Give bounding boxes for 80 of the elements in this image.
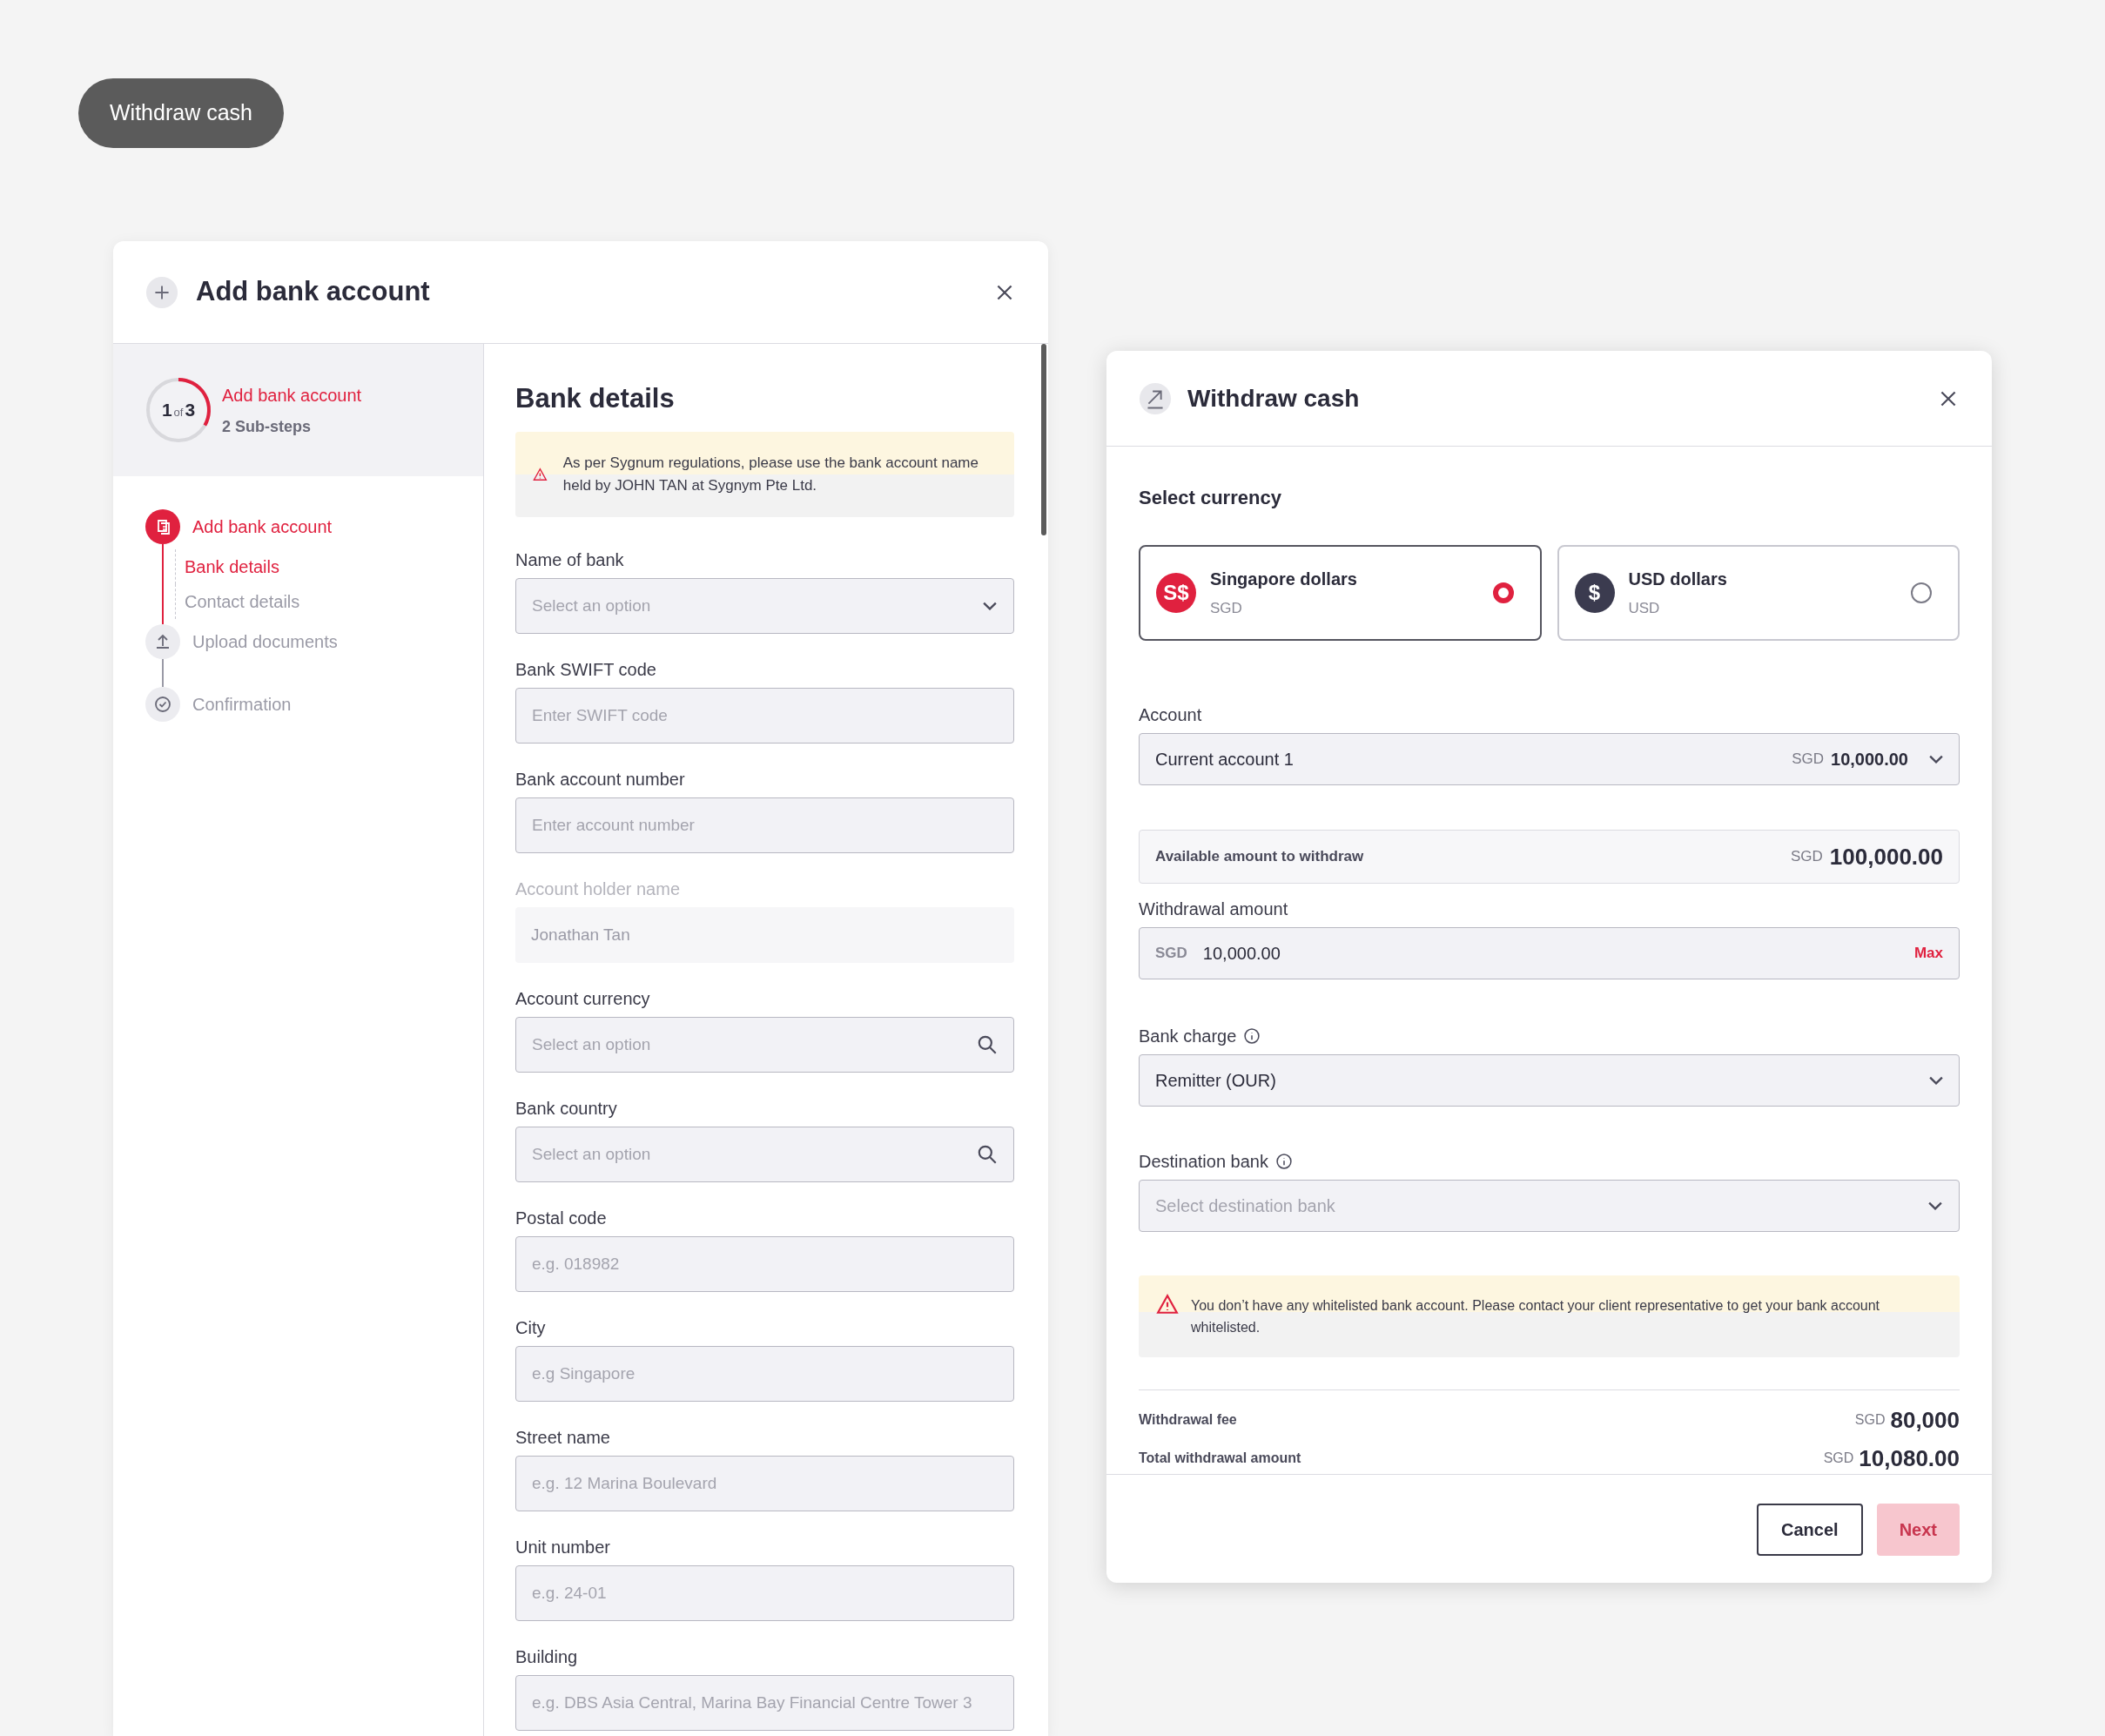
field-label: Street name xyxy=(515,1426,611,1449)
currency-code: SGD xyxy=(1792,750,1824,770)
field-label: Account xyxy=(1139,704,1203,726)
progress-subtitle: 2 Sub-steps xyxy=(222,416,313,437)
cancel-button[interactable]: Cancel xyxy=(1757,1503,1863,1556)
info-icon[interactable] xyxy=(1275,1153,1293,1170)
field-label: Bank country xyxy=(515,1097,618,1120)
scrollbar-thumb[interactable] xyxy=(1041,344,1046,535)
account-balance: 10,000.00 xyxy=(1831,749,1908,770)
section-title: Bank details xyxy=(515,382,676,415)
field-label: Name of bank xyxy=(515,548,625,571)
field-label: Withdrawal amount xyxy=(1139,898,1289,920)
input-field[interactable]: Enter SWIFT code xyxy=(515,687,1014,744)
info-icon[interactable] xyxy=(1243,1027,1261,1045)
sub-step-label[interactable]: Bank details xyxy=(185,554,279,580)
amount-input[interactable]: 10,000.00 xyxy=(1202,940,1899,966)
radio-button[interactable] xyxy=(1492,582,1514,603)
summary-label: Total withdrawal amount xyxy=(1139,1450,1302,1467)
modal-title: Withdraw cash xyxy=(1187,383,1360,414)
alert-text: You don’t have any whitelisted bank account. Please contact your client representative to get your bank account whitelisted. xyxy=(1191,1297,1880,1336)
chevron-down-icon xyxy=(1929,1076,1943,1085)
select-field[interactable]: Current account 1 SGD 10,000.00 xyxy=(1139,733,1960,785)
currency-code: SGD xyxy=(1210,599,1243,619)
select-field[interactable]: Remitter (OUR) xyxy=(1139,1054,1960,1107)
account-name: Current account 1 xyxy=(1155,749,1295,770)
field-label: Bank charge xyxy=(1139,1026,1237,1047)
step-of-label: of xyxy=(173,405,184,421)
field-label: Destination bank xyxy=(1139,1151,1268,1173)
alert-text: As per Sygnum regulations, please use the bank account name held by JOHN TAN at Sygnym Pte Ltd. xyxy=(562,453,979,495)
input-field[interactable]: e.g. 018982 xyxy=(515,1235,1014,1292)
chevron-down-icon xyxy=(983,601,997,610)
field-label: Bank account number xyxy=(515,768,686,791)
currency-name: USD dollars xyxy=(1628,569,1728,591)
max-button[interactable]: Max xyxy=(1913,942,1943,965)
chevron-down-icon xyxy=(1928,1201,1942,1210)
input-field[interactable]: e.g. 12 Marina Boulevard xyxy=(515,1455,1014,1511)
field-label: Account holder name xyxy=(515,878,681,900)
arrow-up-right-icon xyxy=(1139,381,1172,415)
select-field[interactable]: Select destination bank xyxy=(1139,1180,1960,1232)
available-amount: 100,000.00 xyxy=(1829,842,1943,871)
summary-label: Withdrawal fee xyxy=(1139,1411,1238,1429)
currency-symbol: S$ xyxy=(1156,573,1196,613)
currency-code: SGD xyxy=(1155,944,1187,964)
input-field[interactable]: e.g. DBS Asia Central, Marina Bay Financial Centre Tower 3 xyxy=(515,1674,1014,1731)
radio-button[interactable] xyxy=(1911,582,1932,603)
input-field[interactable]: e.g. 24-01 xyxy=(515,1564,1014,1621)
summary-amount: 80,000 xyxy=(1890,1405,1960,1435)
plus-icon xyxy=(145,275,178,309)
select-field[interactable]: Select an option xyxy=(515,577,1014,634)
summary-amount: 10,080.00 xyxy=(1859,1443,1960,1473)
input-field[interactable]: Enter account number xyxy=(515,797,1014,853)
search-field[interactable]: Select an option xyxy=(515,1016,1014,1073)
field-label: Postal code xyxy=(515,1207,608,1229)
amount-field[interactable]: SGD 10,000.00 Max xyxy=(1139,927,1960,979)
field-label: City xyxy=(515,1316,547,1339)
input-field[interactable]: e.g Singapore xyxy=(515,1345,1014,1402)
search-field[interactable]: Select an option xyxy=(515,1126,1014,1182)
modal-title: Add bank account xyxy=(196,275,430,309)
currency-code: SGD xyxy=(1823,1450,1854,1467)
progress-title: Add bank account xyxy=(222,384,362,407)
available-label: Available amount to withdraw xyxy=(1155,847,1365,867)
step-label[interactable]: Add bank account xyxy=(192,514,333,540)
field-label: Bank SWIFT code xyxy=(515,658,657,681)
currency-option[interactable]: $ USD dollars USD xyxy=(1557,545,1960,641)
currency-symbol: $ xyxy=(1574,573,1615,613)
field-label: Unit number xyxy=(515,1536,611,1558)
currency-option[interactable]: S$ Singapore dollars SGD xyxy=(1139,545,1542,641)
step-number: 1 xyxy=(161,399,172,422)
warning-icon xyxy=(1156,1293,1179,1315)
select-value: Remitter (OUR) xyxy=(1155,1070,1277,1092)
field-label: Building xyxy=(515,1645,579,1668)
chevron-down-icon xyxy=(1929,755,1943,764)
currency-code: SGD xyxy=(1854,1411,1886,1429)
withdraw-cash-button[interactable]: Withdraw cash xyxy=(78,78,284,148)
currency-code: USD xyxy=(1628,599,1661,619)
currency-code: SGD xyxy=(1791,847,1823,867)
currency-name: Singapore dollars xyxy=(1210,569,1358,591)
field-label: Account currency xyxy=(515,987,651,1010)
section-title: Select currency xyxy=(1139,486,1282,510)
step-total: 3 xyxy=(185,399,196,422)
